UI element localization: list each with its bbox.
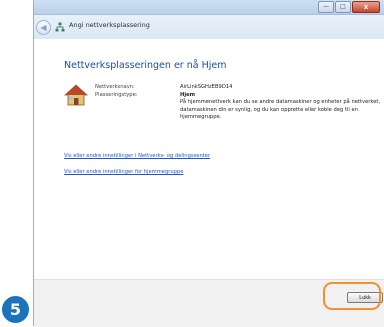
minimize-button[interactable]: — (318, 1, 334, 13)
info-labels: Nettverksnavn: Plasseringstype: (95, 83, 138, 99)
window-close-button[interactable]: x (352, 1, 380, 13)
network-name-label: Nettverksnavn: (95, 84, 135, 90)
network-icon (55, 22, 65, 32)
maximize-button[interactable]: □ (335, 1, 351, 13)
homegroup-link[interactable]: Vis eller endre innstillinger for hjemme… (64, 169, 183, 175)
network-name-value: AirLinkSGHzEB9D14 (180, 84, 233, 90)
page-title: Nettverksplasseringen er nå Hjem (64, 60, 227, 71)
dialog-window: — □ x ◀ Angi nettverksplassering Nettver… (33, 0, 384, 327)
home-icon (64, 84, 88, 106)
network-center-link[interactable]: Vis eller endre innstillinger i Nettverk… (64, 153, 210, 159)
close-button[interactable]: Lukk (347, 292, 383, 303)
location-type-label: Plasseringstype: (95, 92, 138, 98)
info-values: AirLinkSGHzEB9D14 Hjem På hjemmenettverk… (180, 83, 384, 122)
dialog-footer: Lukk (34, 279, 384, 327)
window-controls: — □ x (317, 1, 380, 13)
back-button[interactable]: ◀ (36, 20, 51, 35)
navigation-bar: ◀ Angi nettverksplassering (34, 15, 384, 39)
window-title: Angi nettverksplassering (69, 21, 150, 29)
step-number-badge: 5 (0, 294, 31, 325)
back-arrow-icon: ◀ (40, 23, 47, 32)
title-bar: — □ x (34, 0, 384, 15)
location-type-value: Hjem (180, 92, 196, 98)
location-description: På hjemmenettverk kan du se andre datama… (180, 99, 381, 121)
